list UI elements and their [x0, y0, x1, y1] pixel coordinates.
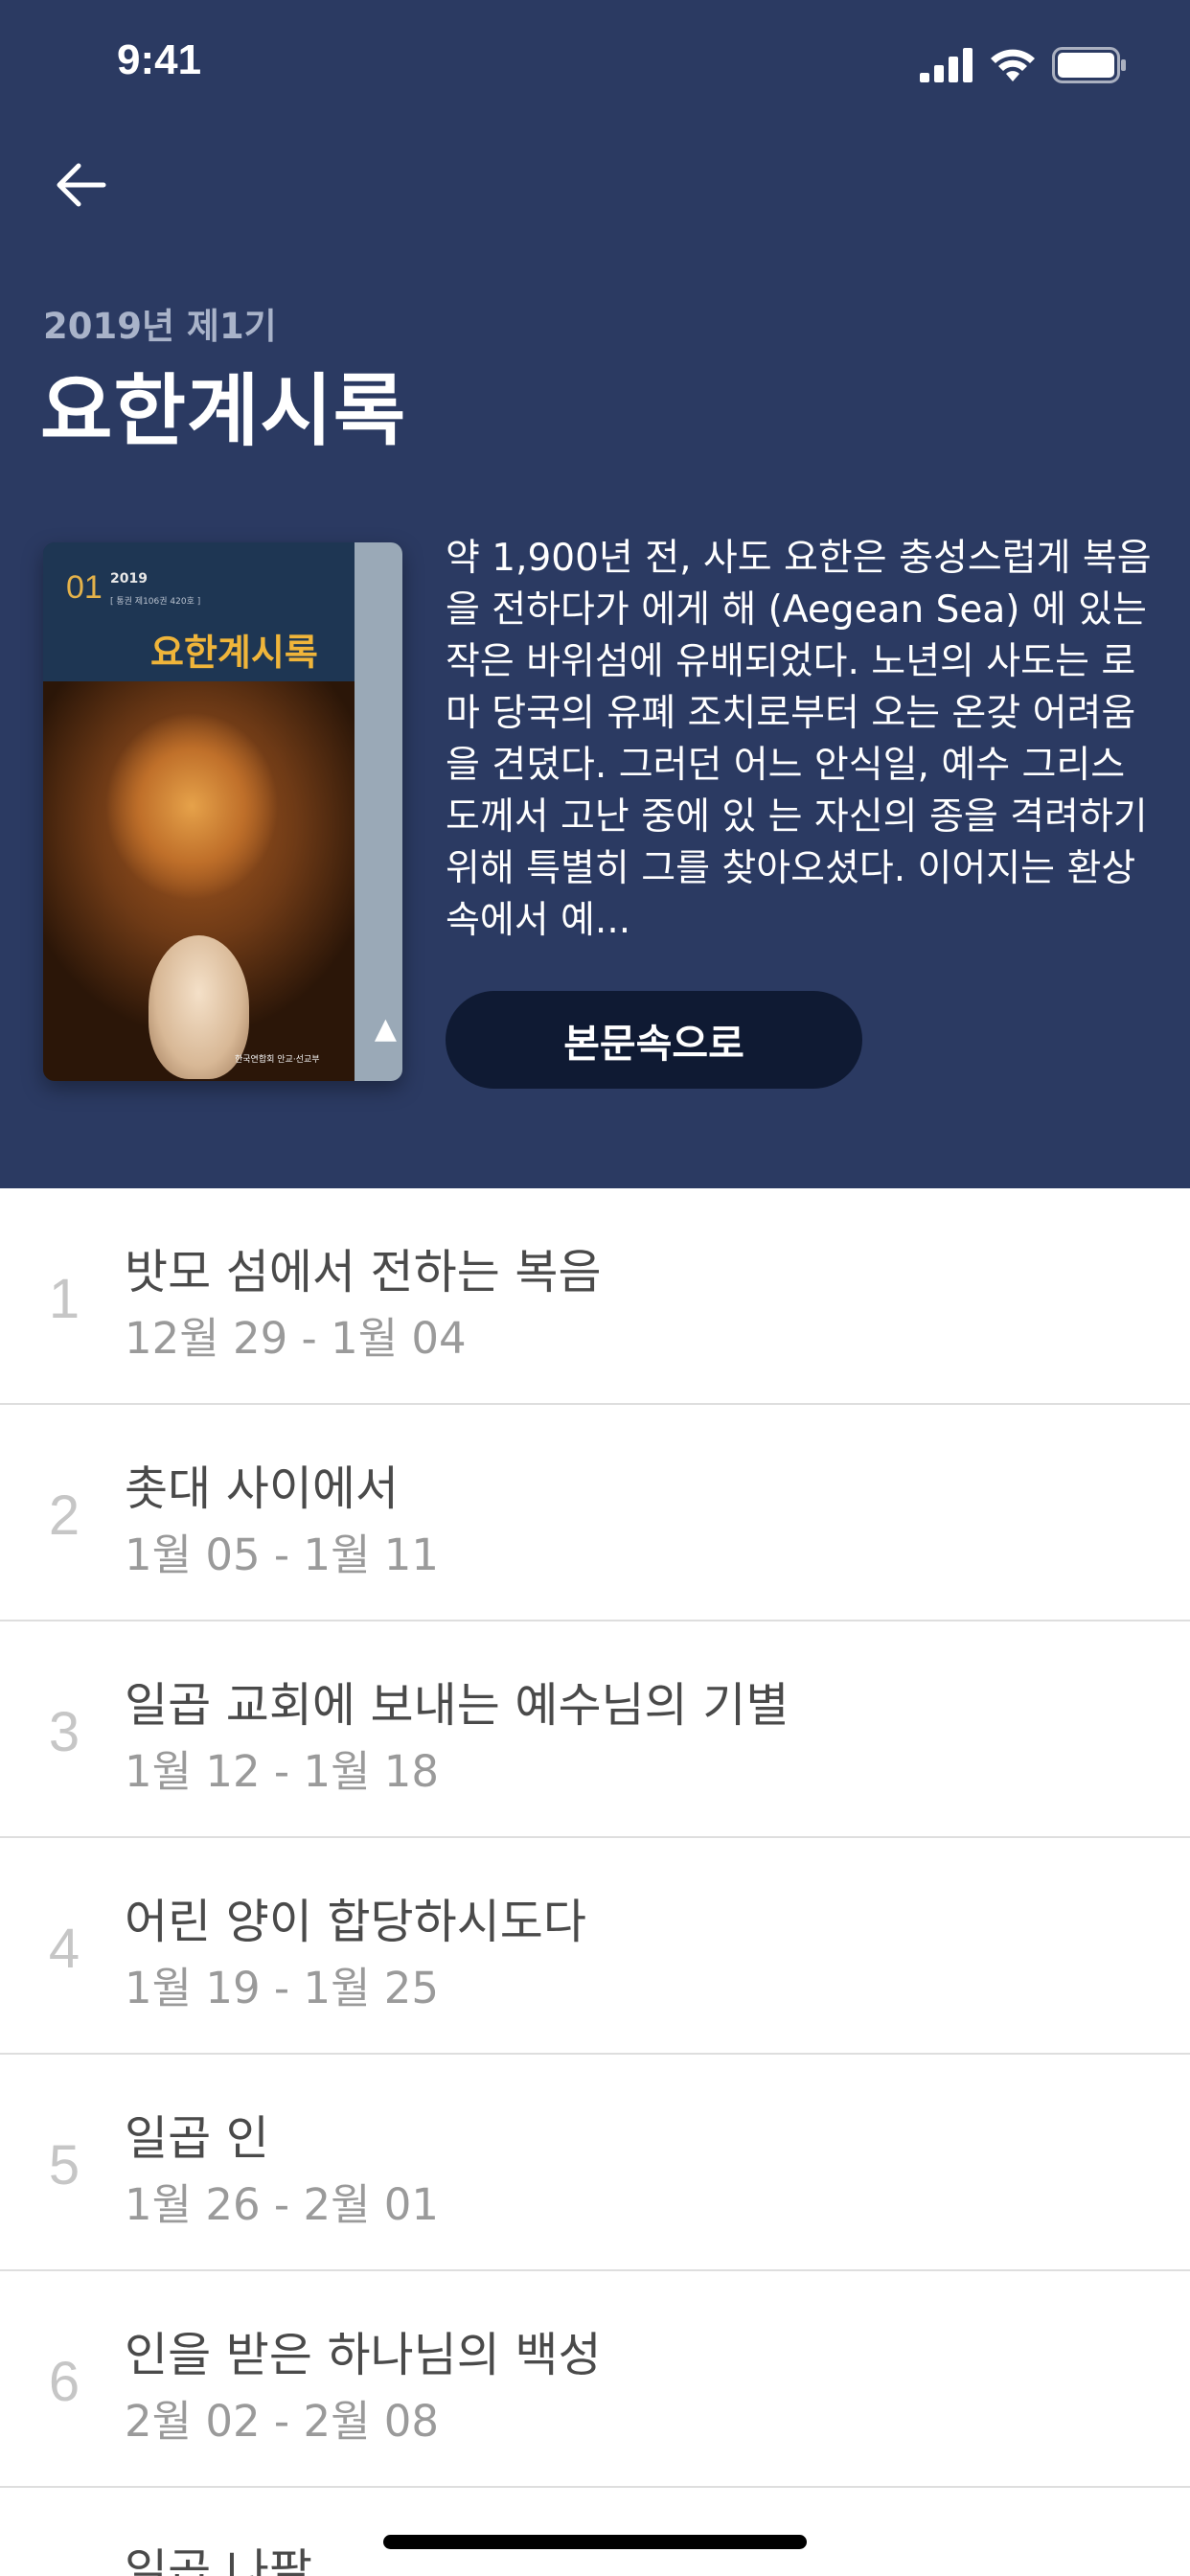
- cover-subtitle: [ 통권 제106권 420호 ]: [110, 597, 201, 607]
- lesson-number: 7: [40, 2566, 88, 2576]
- lesson-title: 일곱 교회에 보내는 예수님의 기별: [125, 1678, 790, 1733]
- read-button[interactable]: 본문속으로: [446, 991, 862, 1089]
- quarterly-description: 약 1,900년 전, 사도 요한은 충성스럽게 복음을 전하다가 에게 해 (…: [446, 537, 1152, 942]
- back-button[interactable]: [48, 151, 115, 218]
- lesson-title: 일곱 인: [125, 2111, 269, 2166]
- lesson-item[interactable]: 3 일곱 교회에 보내는 예수님의 기별 1월 12 - 1월 18: [0, 1622, 1190, 1838]
- lesson-item[interactable]: 5 일곱 인 1월 26 - 2월 01: [0, 2055, 1190, 2271]
- signal-icon: [920, 48, 973, 82]
- lesson-number: 3: [48, 1701, 80, 1763]
- lesson-date: 1월 05 - 1월 11: [125, 1530, 440, 1580]
- quarter-label: 2019년 제1기: [43, 306, 277, 347]
- cover-year: 2019: [110, 571, 148, 586]
- lesson-date: 1월 26 - 2월 01: [125, 2179, 440, 2230]
- lesson-date: 12월 29 - 1월 04: [125, 1313, 467, 1364]
- quarterly-header: 9:41 2019년 제1기 요한계시록 01 2019 [통권 제106권 …: [0, 0, 1190, 1188]
- battery-icon: [1052, 47, 1126, 83]
- lesson-date: 1월 12 - 1월 18: [125, 1746, 440, 1797]
- lesson-title: 촛대 사이에서: [125, 1461, 400, 1516]
- cover-number: 01: [66, 569, 103, 606]
- lesson-list: 1 밧모 섬에서 전하는 복음 12월 29 - 1월 04 2 촛대 사이에서…: [0, 1188, 1190, 2576]
- status-time: 9:41: [117, 36, 202, 83]
- home-indicator[interactable]: [383, 2535, 807, 2549]
- cover-title: 요한계시록: [150, 632, 318, 674]
- lesson-item[interactable]: 7 일곱 나팔: [0, 2488, 1190, 2576]
- cover-image: 01 2019 [ 통권 제106권 420호 ] 요한계시록 한국연합회 안교…: [43, 542, 402, 1081]
- lesson-item[interactable]: 6 인을 받은 하나님의 백성 2월 02 - 2월 08: [0, 2271, 1190, 2488]
- lesson-number: 5: [48, 2134, 80, 2196]
- cover-publisher: 한국연합회 안교·선교부: [235, 1055, 320, 1065]
- status-icons: [920, 46, 1127, 84]
- lesson-date: 2월 02 - 2월 08: [125, 2396, 440, 2447]
- wifi-icon: [991, 49, 1035, 81]
- screen: 9:41 2019년 제1기 요한계시록 01 2019 [통권 제106권 …: [0, 0, 1190, 2576]
- lesson-title: 인을 받은 하나님의 백성: [125, 2328, 602, 2382]
- page-title: 요한계시록: [40, 366, 407, 457]
- lesson-item[interactable]: 1 밧모 섬에서 전하는 복음 12월 29 - 1월 04: [0, 1188, 1190, 1405]
- lesson-item[interactable]: 4 어린 양이 합당하시도다 1월 19 - 1월 25: [0, 1838, 1190, 2055]
- lesson-date: 1월 19 - 1월 25: [125, 1963, 440, 2013]
- status-bar: 9:41: [0, 0, 1190, 134]
- lesson-item[interactable]: 2 촛대 사이에서 1월 05 - 1월 11: [0, 1405, 1190, 1622]
- lesson-number: 6: [48, 2351, 80, 2413]
- lesson-title: 어린 양이 합당하시도다: [125, 1895, 586, 1949]
- lesson-number: 2: [48, 1484, 80, 1547]
- church-logo-icon: ▲: [374, 1012, 397, 1046]
- lesson-title: 밧모 섬에서 전하는 복음: [125, 1245, 602, 1300]
- lesson-number: 1: [48, 1268, 80, 1330]
- arrow-left-icon: [57, 163, 106, 207]
- lesson-number: 4: [48, 1918, 80, 1980]
- lesson-title: 일곱 나팔: [125, 2544, 312, 2576]
- cover-spine: [355, 542, 402, 1081]
